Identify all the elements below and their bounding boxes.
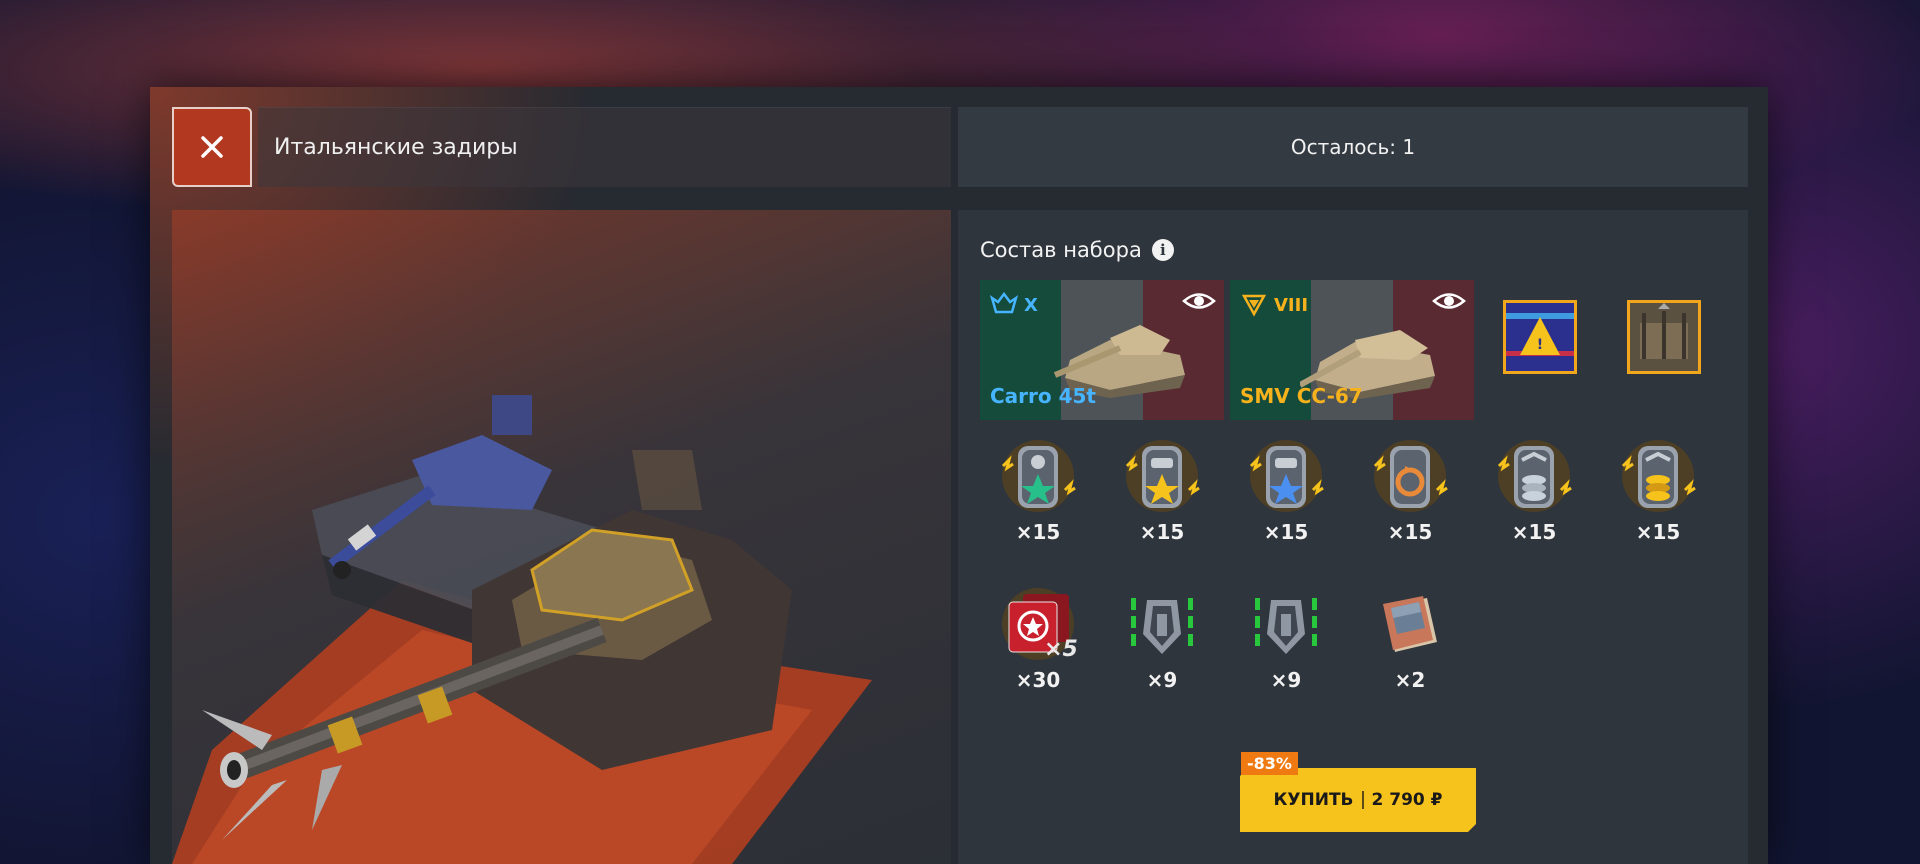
reward-credits-booster-gold[interactable]: ×15 bbox=[1608, 436, 1708, 544]
reward-blueprint-box[interactable]: ×2 bbox=[1360, 584, 1460, 692]
reward-tank-booster-gold[interactable]: ×15 bbox=[1112, 436, 1212, 544]
bundle-title-bar: Итальянские задиры bbox=[258, 107, 951, 187]
tank-gold-star-icon bbox=[1125, 440, 1200, 512]
buy-button[interactable]: КУПИТЬ 2 790 ₽ bbox=[1240, 768, 1476, 832]
buy-separator bbox=[1362, 791, 1364, 809]
reward-quantity: ×2 bbox=[1394, 668, 1426, 692]
preview-eye-icon[interactable] bbox=[1432, 290, 1466, 312]
tank-blue-star-icon bbox=[1249, 440, 1324, 512]
reward-quantity: ×15 bbox=[1387, 520, 1433, 544]
camouflage-item[interactable]: ! bbox=[1503, 300, 1577, 374]
decoration-item[interactable] bbox=[1627, 300, 1701, 374]
buy-label: КУПИТЬ bbox=[1273, 790, 1354, 810]
tank-name: SMV CC-67 bbox=[1240, 384, 1363, 408]
bundle-contents-panel: Состав набора i X Carro 45t VIII SMV CC-… bbox=[958, 210, 1748, 864]
gold-coins-icon bbox=[1621, 440, 1696, 512]
close-button[interactable] bbox=[172, 107, 252, 187]
reward-crew-booster-green[interactable]: ×15 bbox=[988, 436, 1088, 544]
reward-quantity: ×15 bbox=[1139, 520, 1185, 544]
tanks-illustration bbox=[172, 395, 872, 864]
equipment-shield-icon bbox=[1255, 598, 1317, 654]
collector-tier-icon bbox=[1241, 294, 1267, 317]
reward-retrain-booster[interactable]: ×15 bbox=[1360, 436, 1460, 544]
reward-quantity: ×9 bbox=[1270, 668, 1302, 692]
crew-green-star-icon bbox=[1001, 440, 1076, 512]
blueprint-box-icon bbox=[1383, 596, 1437, 652]
close-icon bbox=[201, 136, 223, 158]
section-title: Состав набора i bbox=[980, 238, 1174, 262]
reward-quantity: ×15 bbox=[1015, 520, 1061, 544]
tier-badge: VIII bbox=[1240, 292, 1308, 318]
reward-tank-booster-blue[interactable]: ×15 bbox=[1236, 436, 1336, 544]
reward-quantity: ×9 bbox=[1146, 668, 1178, 692]
reward-quantity: ×15 bbox=[1635, 520, 1681, 544]
tank-card-carro-45t[interactable]: X Carro 45t bbox=[980, 280, 1224, 420]
bundle-modal: Итальянские задиры Осталось: 1 Состав на… bbox=[150, 87, 1768, 864]
retrain-icon bbox=[1373, 440, 1448, 512]
svg-text:!: ! bbox=[1537, 337, 1543, 353]
tier-badge: X bbox=[990, 292, 1038, 318]
reward-quantity: ×15 bbox=[1511, 520, 1557, 544]
tank-card-smv-cc-67[interactable]: VIII SMV CC-67 bbox=[1230, 280, 1474, 420]
remaining-count: Осталось: 1 bbox=[1290, 135, 1416, 159]
bundle-preview-image bbox=[172, 210, 951, 864]
tank-name: Carro 45t bbox=[990, 384, 1096, 408]
equipment-shield-icon bbox=[1131, 598, 1193, 654]
reward-quantity: ×15 bbox=[1263, 520, 1309, 544]
preview-eye-icon[interactable] bbox=[1182, 290, 1216, 312]
collector-tier-icon bbox=[990, 292, 1018, 314]
spiked-decoration-icon bbox=[1630, 303, 1698, 371]
tier-label: X bbox=[1024, 294, 1038, 316]
discount-badge: -83% bbox=[1241, 752, 1298, 775]
reward-equipment-1[interactable]: ×9 bbox=[1112, 584, 1212, 692]
cards-multiplier-badge: ×5 bbox=[1044, 637, 1078, 662]
reward-credits-booster-silver[interactable]: ×15 bbox=[1484, 436, 1584, 544]
tier-label: VIII bbox=[1274, 294, 1309, 316]
bundle-title: Итальянские задиры bbox=[274, 135, 518, 160]
buy-price: 2 790 ₽ bbox=[1371, 790, 1443, 810]
section-title-text: Состав набора bbox=[980, 238, 1142, 262]
silver-coins-icon bbox=[1497, 440, 1572, 512]
reward-quantity: ×30 bbox=[1015, 668, 1061, 692]
premium-cards-icon: ×5 bbox=[1002, 588, 1078, 662]
remaining-bar: Осталось: 1 bbox=[958, 107, 1748, 187]
info-icon[interactable]: i bbox=[1151, 239, 1174, 261]
reward-equipment-2[interactable]: ×9 bbox=[1236, 584, 1336, 692]
hazard-camouflage-icon: ! bbox=[1506, 303, 1574, 371]
reward-premium-cards[interactable]: ×5 ×30 bbox=[988, 584, 1088, 692]
